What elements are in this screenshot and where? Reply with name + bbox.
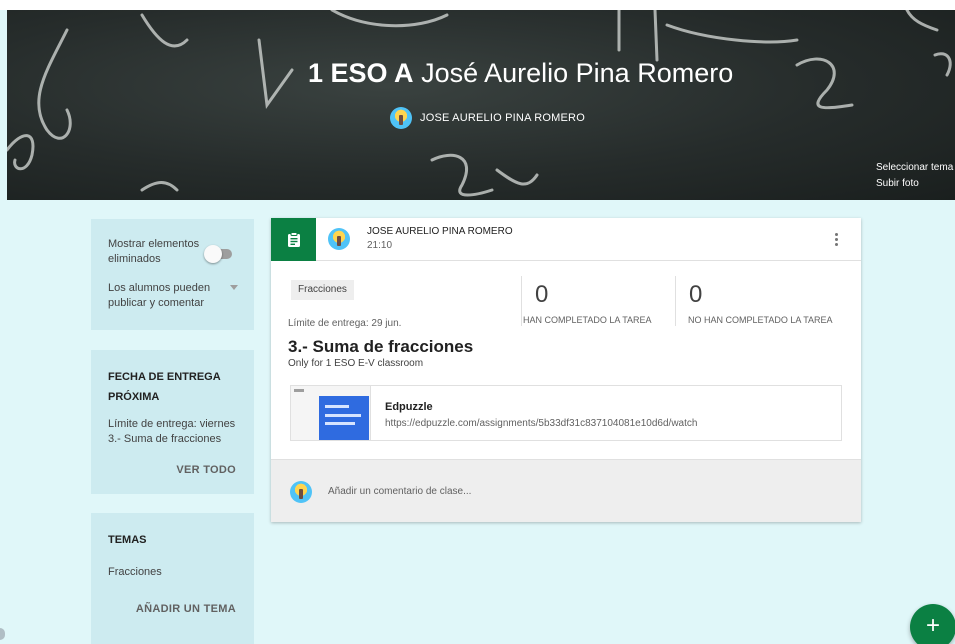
attachment-title: Edpuzzle	[385, 401, 433, 413]
comment-bar: Añadir un comentario de clase...	[271, 459, 861, 522]
more-vert-icon[interactable]	[831, 231, 841, 249]
add-icon[interactable]: +	[910, 604, 955, 644]
topics-heading: TEMAS	[108, 534, 147, 546]
upcoming-card: FECHA DE ENTREGA PRÓXIMA Límite de entre…	[91, 350, 254, 494]
chalkboard-drawing	[7, 10, 952, 197]
post-author: JOSE AURELIO PINA ROMERO	[367, 226, 513, 237]
assignment-icon	[287, 231, 300, 247]
class-stream-page: 1 ESO A José Aurelio Pina Romero JOSE AU…	[0, 0, 955, 644]
top-strip	[0, 0, 955, 10]
not-completed-count[interactable]: 0	[689, 281, 702, 309]
show-deleted-toggle[interactable]	[204, 245, 234, 263]
show-deleted-label: Mostrar elementos eliminados	[108, 238, 200, 265]
upcoming-heading: FECHA DE ENTREGA PRÓXIMA	[108, 371, 221, 403]
assignment-description: Only for 1 ESO E-V classroom	[288, 358, 424, 369]
topic-chip[interactable]: Fracciones	[291, 280, 354, 300]
thumbnail-screenshot	[319, 396, 369, 440]
view-all-link[interactable]: VER TODO	[176, 464, 236, 476]
toggle-knob	[204, 245, 222, 263]
dropdown-icon[interactable]	[230, 285, 238, 290]
teacher-name-title: José Aurelio Pina Romero	[421, 58, 734, 88]
select-theme-link[interactable]: Seleccionar tema	[876, 160, 953, 176]
post-time: 21:10	[367, 240, 393, 251]
teacher-avatar	[390, 107, 412, 129]
due-date: Límite de entrega: 29 jun.	[288, 318, 402, 329]
edpuzzle-logo	[294, 389, 304, 392]
add-topic-link[interactable]: AÑADIR UN TEMA	[136, 603, 236, 615]
class-banner: 1 ESO A José Aurelio Pina Romero JOSE AU…	[7, 10, 955, 200]
corner-handle	[0, 628, 5, 640]
assignment-title[interactable]: 3.- Suma de fracciones	[288, 337, 473, 357]
not-completed-label: NO HAN COMPLETADO LA TAREA	[688, 315, 833, 325]
upcoming-due: Límite de entrega: viernes	[108, 418, 236, 430]
completed-count[interactable]: 0	[535, 281, 548, 309]
class-comment-input[interactable]: Añadir un comentario de clase...	[328, 486, 471, 497]
topics-card: TEMAS Fracciones AÑADIR UN TEMA	[91, 513, 254, 644]
stat-divider	[521, 276, 522, 326]
topic-item-fracciones[interactable]: Fracciones	[108, 565, 162, 580]
class-name: 1 ESO A	[308, 58, 414, 88]
upcoming-item[interactable]: 3.- Suma de fracciones	[108, 432, 221, 447]
assignment-badge	[271, 218, 316, 261]
class-title: 1 ESO A José Aurelio Pina Romero	[308, 58, 733, 89]
banner-actions: Seleccionar tema Subir foto	[876, 160, 953, 192]
stream-settings-card: Mostrar elementos eliminados Los alumnos…	[91, 219, 254, 330]
attachment-url: https://edpuzzle.com/assignments/5b33df3…	[385, 418, 698, 429]
commenter-avatar	[290, 481, 312, 503]
post-header: JOSE AURELIO PINA ROMERO 21:10	[271, 218, 861, 261]
banner-teacher: JOSE AURELIO PINA ROMERO	[390, 107, 585, 129]
upload-photo-link[interactable]: Subir foto	[876, 176, 953, 192]
banner-teacher-name: JOSE AURELIO PINA ROMERO	[420, 112, 585, 124]
completed-label: HAN COMPLETADO LA TAREA	[523, 315, 652, 325]
students-permission-label[interactable]: Los alumnos pueden publicar y comentar	[108, 281, 218, 311]
attachment-text: Edpuzzle https://edpuzzle.com/assignment…	[371, 386, 697, 440]
stat-divider	[675, 276, 676, 326]
assignment-post-card: JOSE AURELIO PINA ROMERO 21:10 Fraccione…	[271, 218, 861, 522]
attachment-card[interactable]: Edpuzzle https://edpuzzle.com/assignment…	[290, 385, 842, 441]
attachment-thumbnail	[291, 386, 371, 440]
author-avatar	[328, 228, 350, 250]
